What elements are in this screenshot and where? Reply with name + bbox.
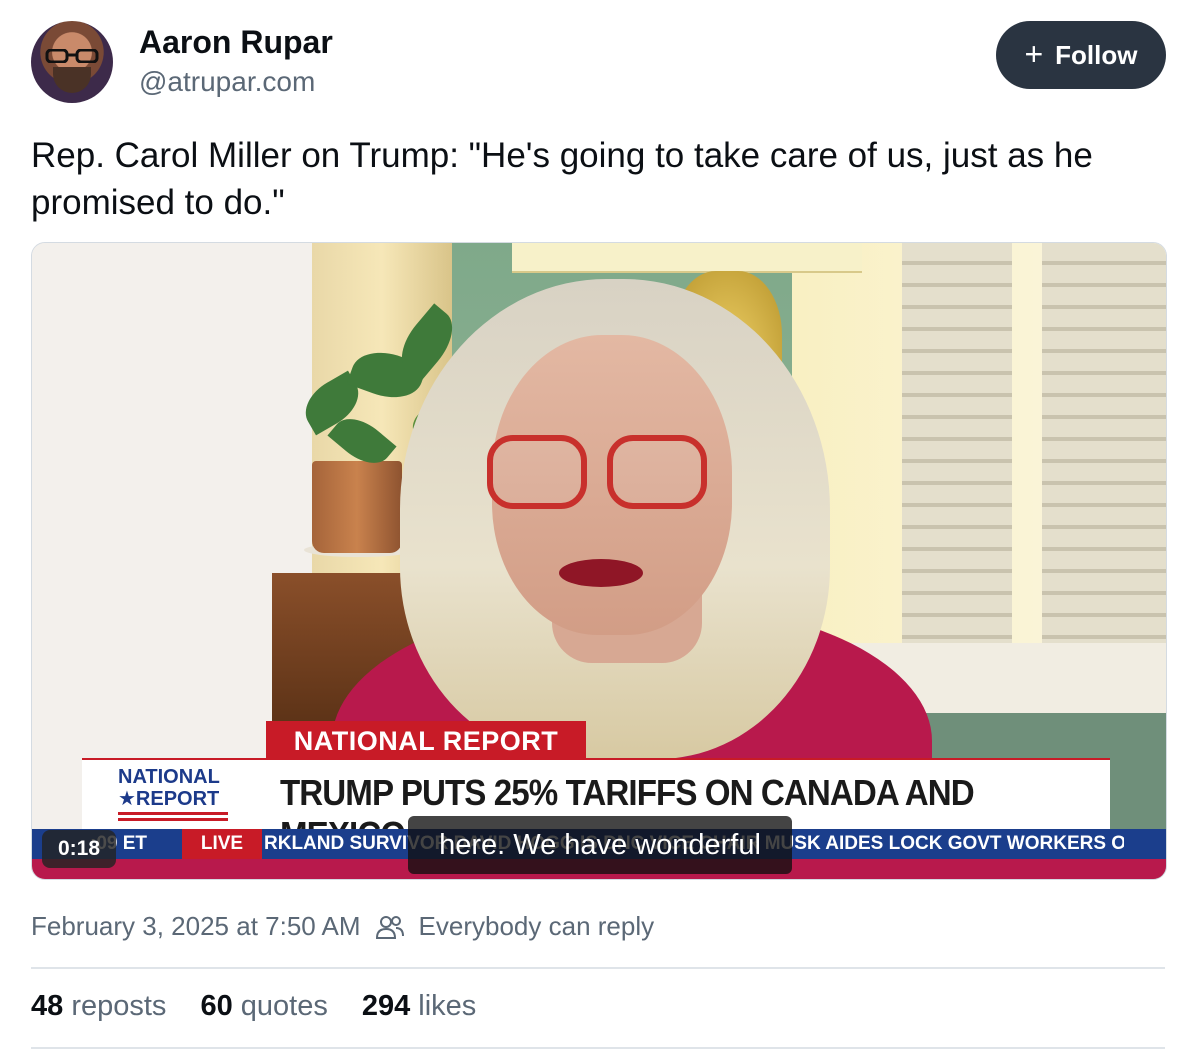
post-meta: February 3, 2025 at 7:50 AM Everybody ca… xyxy=(31,911,654,942)
follow-label: Follow xyxy=(1055,39,1138,70)
post-text: Rep. Carol Miller on Trump: "He's going … xyxy=(31,136,1093,222)
live-badge: LIVE xyxy=(182,829,262,859)
divider xyxy=(31,1047,1165,1049)
divider xyxy=(31,967,1165,969)
chyron-tag: NATIONAL REPORT xyxy=(266,721,586,761)
video-caption: here. We have wonderful xyxy=(408,816,792,874)
likes-stat[interactable]: 294 likes xyxy=(362,990,476,1023)
plus-icon: + xyxy=(1024,35,1044,72)
people-icon xyxy=(375,915,404,939)
author-name[interactable]: Aaron Rupar xyxy=(139,24,333,61)
avatar-beard xyxy=(53,67,91,93)
post-stats: 48 reposts 60 quotes 294 likes xyxy=(31,990,476,1023)
reposts-stat[interactable]: 48 reposts xyxy=(31,990,166,1023)
national-report-logo: NATIONAL ★REPORT xyxy=(118,766,238,828)
glasses-graphic xyxy=(45,49,99,63)
reply-setting[interactable]: Everybody can reply xyxy=(419,911,655,942)
author-handle[interactable]: @atrupar.com xyxy=(139,66,315,98)
quotes-stat[interactable]: 60 quotes xyxy=(200,990,327,1023)
video-player[interactable]: NATIONAL REPORT NATIONAL ★REPORT TRUMP P… xyxy=(31,242,1167,880)
video-elapsed-time: 0:18 xyxy=(42,830,116,868)
avatar[interactable] xyxy=(31,21,113,103)
post-timestamp[interactable]: February 3, 2025 at 7:50 AM xyxy=(31,911,361,942)
follow-button[interactable]: + Follow xyxy=(996,21,1166,89)
